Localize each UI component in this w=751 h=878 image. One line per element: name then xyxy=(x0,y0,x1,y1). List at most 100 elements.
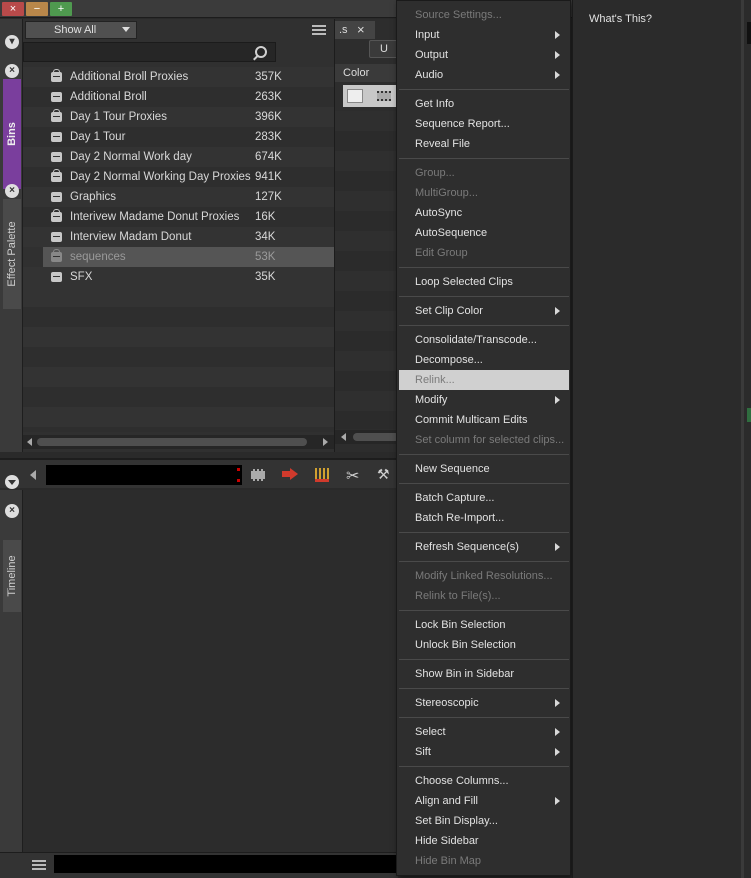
menu-item-hide-sidebar[interactable]: Hide Sidebar xyxy=(397,831,570,851)
tab-bin-label: .s xyxy=(339,24,348,36)
search-input[interactable] xyxy=(23,42,276,62)
splice-in-icon[interactable] xyxy=(282,468,298,480)
close-window-button[interactable]: × xyxy=(2,2,24,16)
menu-item-set-clip-color[interactable]: Set Clip Color xyxy=(397,301,570,321)
tab-effect-palette[interactable]: Effect Palette xyxy=(3,199,21,309)
menu-item-sift[interactable]: Sift xyxy=(397,742,570,762)
close-timeline-icon[interactable]: × xyxy=(5,504,19,518)
lift-icon[interactable]: ⚒ xyxy=(377,466,390,483)
bin-list-item[interactable]: Additional Broll Proxies 357K xyxy=(23,67,334,87)
overwrite-icon[interactable] xyxy=(315,468,329,482)
close-icon[interactable]: × xyxy=(357,21,365,39)
menu-item-align-and-fill[interactable]: Align and Fill xyxy=(397,791,570,811)
color-swatch xyxy=(347,89,363,103)
menu-item-get-info[interactable]: Get Info xyxy=(397,94,570,114)
bin-list-item[interactable]: Day 1 Tour 283K xyxy=(23,127,334,147)
menu-item-label: Batch Re-Import... xyxy=(415,512,505,524)
menu-item-relink[interactable]: Relink... xyxy=(399,370,569,390)
menu-item-loop-selected-clips[interactable]: Loop Selected Clips xyxy=(397,272,570,292)
search-icon[interactable] xyxy=(255,46,267,58)
bin-list-item[interactable]: SFX 35K xyxy=(23,267,334,287)
bin-size: 941K xyxy=(255,171,282,183)
menu-item-select[interactable]: Select xyxy=(397,722,570,742)
menu-item-batch-capture[interactable]: Batch Capture... xyxy=(397,488,570,508)
menu-item-label: Set column for selected clips... xyxy=(415,434,565,446)
tab-timeline-label: Timeline xyxy=(6,555,18,597)
menu-item-stereoscopic[interactable]: Stereoscopic xyxy=(397,693,570,713)
menu-item-audio[interactable]: Audio xyxy=(397,65,570,85)
close-bins-tab-icon[interactable]: × xyxy=(5,64,19,78)
menu-item-input[interactable]: Input xyxy=(397,25,570,45)
bin-list-item[interactable]: Day 2 Normal Working Day Proxies 941K xyxy=(23,167,334,187)
scroll-left-icon[interactable] xyxy=(27,438,32,446)
menu-item-choose-columns[interactable]: Choose Columns... xyxy=(397,771,570,791)
menu-item-label: Unlock Bin Selection xyxy=(415,639,516,651)
menu-item-autosequence[interactable]: AutoSequence xyxy=(397,223,570,243)
bin-size: 127K xyxy=(255,191,282,203)
bin-list-item[interactable]: Day 2 Normal Work day 674K xyxy=(23,147,334,167)
menu-item-consolidate-transcode[interactable]: Consolidate/Transcode... xyxy=(397,330,570,350)
menu-item-modify[interactable]: Modify xyxy=(397,390,570,410)
menu-item-new-sequence[interactable]: New Sequence xyxy=(397,459,570,479)
close-effect-palette-icon[interactable]: × xyxy=(5,184,19,198)
timecode-display[interactable] xyxy=(46,465,242,485)
play-reverse-icon[interactable] xyxy=(30,470,36,480)
horizontal-scrollbar[interactable] xyxy=(23,435,334,449)
menu-item-autosync[interactable]: AutoSync xyxy=(397,203,570,223)
bin-list-item[interactable]: Interivew Madame Donut Proxies 16K xyxy=(23,207,334,227)
menu-item-decompose[interactable]: Decompose... xyxy=(397,350,570,370)
menu-item-batch-re-import[interactable]: Batch Re-Import... xyxy=(397,508,570,528)
whats-this-menu-item[interactable]: What's This? xyxy=(589,13,652,25)
hamburger-menu-icon[interactable] xyxy=(32,860,46,870)
menu-item-set-bin-display[interactable]: Set Bin Display... xyxy=(397,811,570,831)
column-header-color[interactable]: Color xyxy=(335,64,399,82)
timeline-scroll-bar[interactable] xyxy=(54,855,398,873)
chevron-down-icon xyxy=(122,27,130,32)
scrollbar-thumb[interactable] xyxy=(353,433,399,441)
menu-separator xyxy=(399,688,569,689)
menu-item-label: Sift xyxy=(415,746,431,758)
bin-view-button[interactable]: U xyxy=(369,40,399,58)
tab-timeline[interactable]: Timeline xyxy=(3,540,21,612)
menu-item-unlock-bin-selection[interactable]: Unlock Bin Selection xyxy=(397,635,570,655)
menu-item-label: MultiGroup... xyxy=(415,187,478,199)
panel-menu-icon[interactable]: ▾ xyxy=(5,35,19,49)
filter-dropdown[interactable]: Show All xyxy=(25,21,137,39)
hamburger-menu-icon[interactable] xyxy=(312,25,326,35)
menu-item-label: New Sequence xyxy=(415,463,490,475)
menu-item-commit-multicam-edits[interactable]: Commit Multicam Edits xyxy=(397,410,570,430)
menu-item-label: Batch Capture... xyxy=(415,492,495,504)
scissors-icon[interactable]: ✂ xyxy=(346,466,359,486)
scroll-left-icon[interactable] xyxy=(341,433,346,441)
tab-bins[interactable]: Bins xyxy=(3,79,21,189)
menu-item-multigroup: MultiGroup... xyxy=(397,183,570,203)
menu-item-refresh-sequence-s[interactable]: Refresh Sequence(s) xyxy=(397,537,570,557)
bin-list-item[interactable]: Additional Broll 263K xyxy=(23,87,334,107)
table-row[interactable] xyxy=(343,85,399,107)
menu-item-sequence-report[interactable]: Sequence Report... xyxy=(397,114,570,134)
bin-list-item[interactable]: Graphics 127K xyxy=(23,187,334,207)
bin-size: 357K xyxy=(255,71,282,83)
menu-item-show-bin-in-sidebar[interactable]: Show Bin in Sidebar xyxy=(397,664,570,684)
bin-name: SFX xyxy=(70,271,93,283)
menu-item-label: Hide Bin Map xyxy=(415,855,482,867)
menu-item-lock-bin-selection[interactable]: Lock Bin Selection xyxy=(397,615,570,635)
source-record-toggle-icon[interactable] xyxy=(251,469,265,481)
context-menu: Source Settings... Input Output Audio Get In… xyxy=(396,0,571,876)
menu-item-output[interactable]: Output xyxy=(397,45,570,65)
menu-item-reveal-file[interactable]: Reveal File xyxy=(397,134,570,154)
bin-name: Day 1 Tour Proxies xyxy=(70,111,167,123)
horizontal-scrollbar[interactable] xyxy=(335,430,399,444)
timeline-area[interactable] xyxy=(23,490,398,852)
menu-item-label: Reveal File xyxy=(415,138,471,150)
bin-list-item[interactable]: sequences 53K xyxy=(43,247,334,267)
tab-bin[interactable]: .s × xyxy=(335,21,375,39)
bin-list-item[interactable]: Day 1 Tour Proxies 396K xyxy=(23,107,334,127)
scrollbar-thumb[interactable] xyxy=(37,438,307,446)
scroll-right-icon[interactable] xyxy=(323,438,328,446)
menu-item-set-column-for-selected-clips: Set column for selected clips... xyxy=(397,430,570,450)
bin-list-item[interactable]: Interview Madam Donut 34K xyxy=(23,227,334,247)
minimize-window-button[interactable]: − xyxy=(26,2,48,16)
panel-menu-icon[interactable] xyxy=(5,475,19,489)
maximize-window-button[interactable]: + xyxy=(50,2,72,16)
